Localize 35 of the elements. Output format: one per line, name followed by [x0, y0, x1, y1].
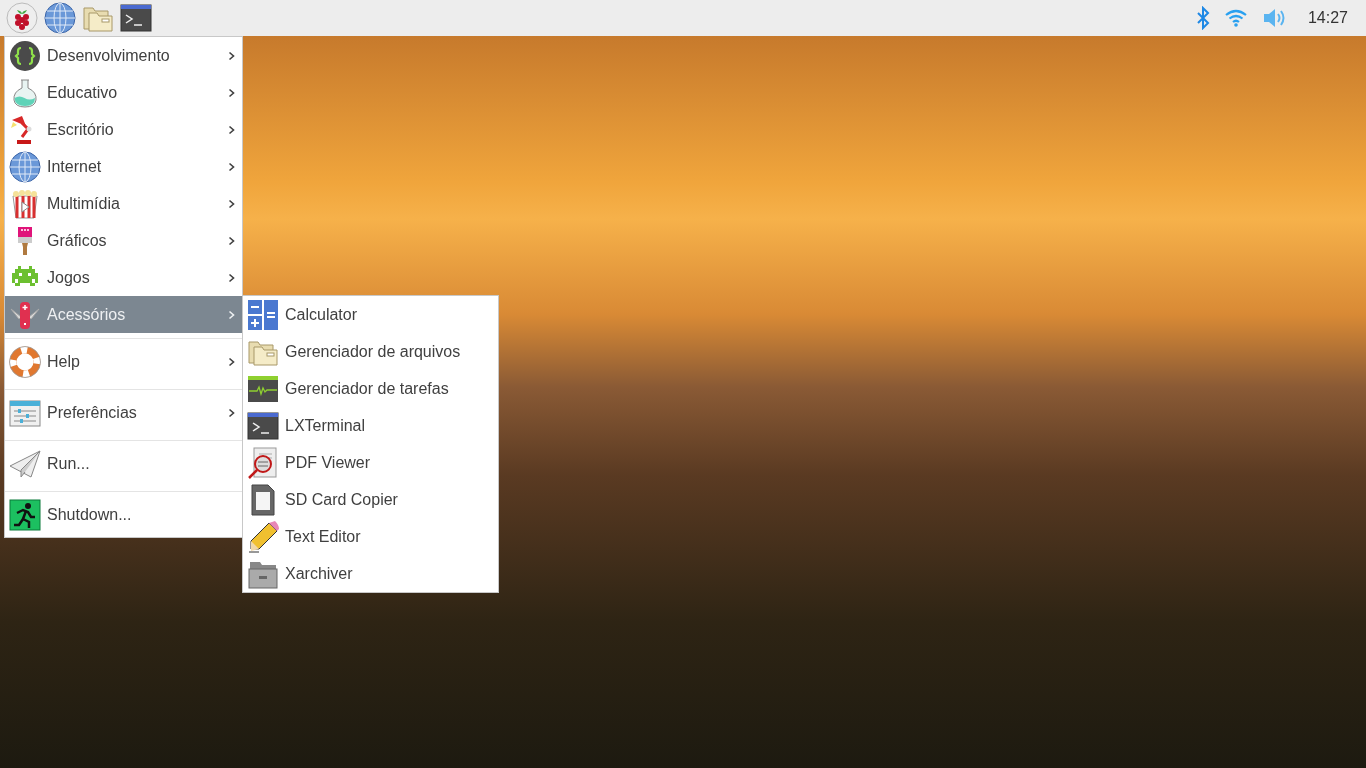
menu-item[interactable]: Desenvolvimento: [5, 37, 242, 74]
popcorn-icon: [9, 187, 41, 220]
menu-item[interactable]: Jogos: [5, 259, 242, 296]
braces-icon: [9, 39, 41, 72]
menu-item[interactable]: Gráficos: [5, 222, 242, 259]
menu-item[interactable]: Run...: [5, 445, 242, 482]
magnifier-document-icon: [247, 446, 279, 479]
menu-item[interactable]: Calculator: [243, 296, 498, 333]
menu-item[interactable]: Preferências: [5, 394, 242, 431]
running-man-icon: [9, 498, 41, 531]
wifi-icon[interactable]: [1223, 8, 1248, 28]
menu-item[interactable]: Help: [5, 343, 242, 380]
menu-item[interactable]: Multimídia: [5, 185, 242, 222]
menu-item[interactable]: Educativo: [5, 74, 242, 111]
menu-item[interactable]: Gerenciador de tarefas: [243, 370, 498, 407]
calculator-icon: [247, 298, 279, 331]
paper-plane-icon: [9, 447, 41, 480]
menu-item[interactable]: SD Card Copier: [243, 481, 498, 518]
lifebuoy-icon: [9, 345, 41, 378]
globe-icon: [9, 150, 41, 183]
menu-item[interactable]: Internet: [5, 148, 242, 185]
globe-icon[interactable]: [44, 2, 76, 34]
menu-item[interactable]: Escritório: [5, 111, 242, 148]
menu-item[interactable]: LXTerminal: [243, 407, 498, 444]
menu-item[interactable]: Xarchiver: [243, 555, 498, 592]
bluetooth-icon[interactable]: [1195, 6, 1210, 30]
clock: 14:27: [1307, 9, 1348, 27]
menu-item[interactable]: Text Editor: [243, 518, 498, 555]
terminal-icon: [247, 409, 279, 442]
terminal-icon[interactable]: [120, 2, 152, 34]
menu-item[interactable]: PDF Viewer: [243, 444, 498, 481]
pencil-icon: [247, 520, 279, 553]
raspberry-icon[interactable]: [6, 2, 38, 34]
menu-item[interactable]: Shutdown...: [5, 496, 242, 533]
menu-item[interactable]: Gerenciador de arquivos: [243, 333, 498, 370]
